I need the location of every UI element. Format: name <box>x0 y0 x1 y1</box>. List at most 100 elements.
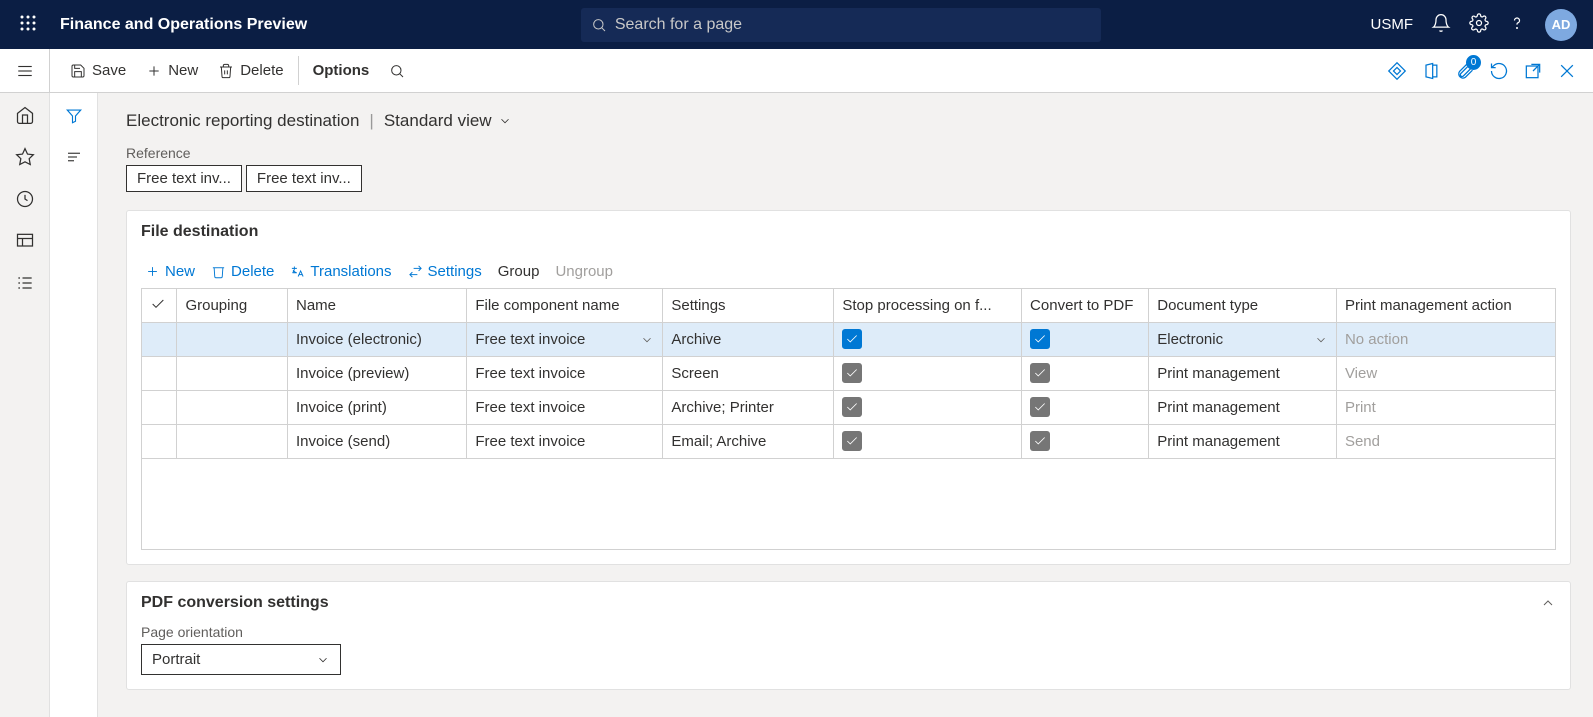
convert-checkbox[interactable] <box>1030 363 1050 383</box>
col-grouping[interactable]: Grouping <box>177 289 288 323</box>
pdf-conversion-header[interactable]: PDF conversion settings <box>127 582 1570 624</box>
row-select[interactable] <box>142 391 177 425</box>
cell-name[interactable]: Invoice (preview) <box>287 357 466 391</box>
file-destination-header[interactable]: File destination <box>127 211 1570 253</box>
convert-checkbox[interactable] <box>1030 431 1050 451</box>
cell-grouping[interactable] <box>177 425 288 459</box>
bell-icon[interactable] <box>1431 13 1451 36</box>
col-doc-type[interactable]: Document type <box>1149 289 1337 323</box>
stop-checkbox[interactable] <box>842 363 862 383</box>
cell-grouping[interactable] <box>177 323 288 357</box>
attach-icon[interactable]: 0 <box>1455 61 1475 81</box>
convert-checkbox[interactable] <box>1030 397 1050 417</box>
cell-settings[interactable]: Email; Archive <box>663 425 834 459</box>
diamond-icon[interactable] <box>1387 61 1407 81</box>
row-select[interactable] <box>142 425 177 459</box>
cell-pm-action[interactable]: View <box>1336 357 1555 391</box>
menu-button[interactable] <box>0 49 50 93</box>
col-file-component[interactable]: File component name <box>467 289 663 323</box>
cell-grouping[interactable] <box>177 391 288 425</box>
action-bar: Save New Delete Options 0 <box>0 49 1593 93</box>
cell-convert[interactable] <box>1022 391 1149 425</box>
page-search-button[interactable] <box>379 57 415 85</box>
cell-file[interactable]: Free text invoice <box>467 391 663 425</box>
grid-settings-button[interactable]: Settings <box>408 263 482 280</box>
workspace-icon[interactable] <box>15 231 35 251</box>
save-button[interactable]: Save <box>60 56 136 85</box>
col-pm-action[interactable]: Print management action <box>1336 289 1555 323</box>
options-button[interactable]: Options <box>298 56 380 85</box>
cell-pm-action[interactable]: No action <box>1336 323 1555 357</box>
search-input[interactable]: Search for a page <box>581 8 1101 42</box>
cell-name[interactable]: Invoice (send) <box>287 425 466 459</box>
grid-translations-button[interactable]: Translations <box>290 263 391 280</box>
cell-stop[interactable] <box>834 323 1022 357</box>
cell-doc-type[interactable]: Print management <box>1149 425 1337 459</box>
reference-chip[interactable]: Free text inv... <box>126 165 242 192</box>
cell-stop[interactable] <box>834 357 1022 391</box>
stop-checkbox[interactable] <box>842 329 862 349</box>
cell-file[interactable]: Free text invoice <box>467 357 663 391</box>
grid-delete-button[interactable]: Delete <box>211 263 274 280</box>
cell-convert[interactable] <box>1022 323 1149 357</box>
funnel-icon[interactable] <box>65 107 83 128</box>
cell-stop[interactable] <box>834 425 1022 459</box>
cell-settings[interactable]: Archive <box>663 323 834 357</box>
convert-checkbox[interactable] <box>1030 329 1050 349</box>
orientation-select[interactable]: Portrait <box>141 644 341 675</box>
table-row[interactable]: Invoice (print) Free text invoice Archiv… <box>142 391 1556 425</box>
delete-button[interactable]: Delete <box>208 56 293 85</box>
cell-settings[interactable]: Screen <box>663 357 834 391</box>
col-name[interactable]: Name <box>287 289 466 323</box>
waffle-icon[interactable] <box>8 14 48 35</box>
cell-name[interactable]: Invoice (print) <box>287 391 466 425</box>
cell-doc-type[interactable]: Electronic <box>1149 323 1337 357</box>
table-row[interactable]: Invoice (send) Free text invoice Email; … <box>142 425 1556 459</box>
grid-new-button[interactable]: New <box>145 263 195 280</box>
table-row[interactable]: Invoice (electronic) Free text invoice A… <box>142 323 1556 357</box>
modules-icon[interactable] <box>15 273 35 293</box>
view-selector[interactable]: Standard view <box>384 111 512 131</box>
col-select[interactable] <box>142 289 177 323</box>
refresh-icon[interactable] <box>1489 61 1509 81</box>
cell-doc-type[interactable]: Print management <box>1149 391 1337 425</box>
col-stop[interactable]: Stop processing on f... <box>834 289 1022 323</box>
office-icon[interactable] <box>1421 61 1441 81</box>
cell-file[interactable]: Free text invoice <box>467 323 663 357</box>
entity-label[interactable]: USMF <box>1371 16 1414 33</box>
cell-convert[interactable] <box>1022 425 1149 459</box>
cell-grouping[interactable] <box>177 357 288 391</box>
reference-chip[interactable]: Free text inv... <box>246 165 362 192</box>
cell-file[interactable]: Free text invoice <box>467 425 663 459</box>
breadcrumb-sep: | <box>369 111 373 131</box>
row-select[interactable] <box>142 323 177 357</box>
cell-settings[interactable]: Archive; Printer <box>663 391 834 425</box>
new-button[interactable]: New <box>136 56 208 85</box>
col-settings[interactable]: Settings <box>663 289 834 323</box>
cell-doc-type[interactable]: Print management <box>1149 357 1337 391</box>
help-icon[interactable] <box>1507 13 1527 36</box>
gear-icon[interactable] <box>1469 13 1489 36</box>
cell-convert[interactable] <box>1022 357 1149 391</box>
grid-group-button[interactable]: Group <box>498 263 540 280</box>
top-bar: Finance and Operations Preview Search fo… <box>0 0 1593 49</box>
clock-icon[interactable] <box>15 189 35 209</box>
cell-pm-action[interactable]: Send <box>1336 425 1555 459</box>
stop-checkbox[interactable] <box>842 431 862 451</box>
cell-name[interactable]: Invoice (electronic) <box>287 323 466 357</box>
avatar[interactable]: AD <box>1545 9 1577 41</box>
stop-checkbox[interactable] <box>842 397 862 417</box>
cell-stop[interactable] <box>834 391 1022 425</box>
grid-toolbar: New Delete Translations Settings Group U… <box>141 253 1556 288</box>
home-icon[interactable] <box>15 105 35 125</box>
row-select[interactable] <box>142 357 177 391</box>
table-row[interactable]: Invoice (preview) Free text invoice Scre… <box>142 357 1556 391</box>
popout-icon[interactable] <box>1523 61 1543 81</box>
doc-dropdown[interactable]: Electronic <box>1157 331 1328 348</box>
cell-pm-action[interactable]: Print <box>1336 391 1555 425</box>
file-dropdown[interactable]: Free text invoice <box>475 331 654 348</box>
close-icon[interactable] <box>1557 61 1577 81</box>
col-convert[interactable]: Convert to PDF <box>1022 289 1149 323</box>
star-icon[interactable] <box>15 147 35 167</box>
related-icon[interactable] <box>65 148 83 169</box>
